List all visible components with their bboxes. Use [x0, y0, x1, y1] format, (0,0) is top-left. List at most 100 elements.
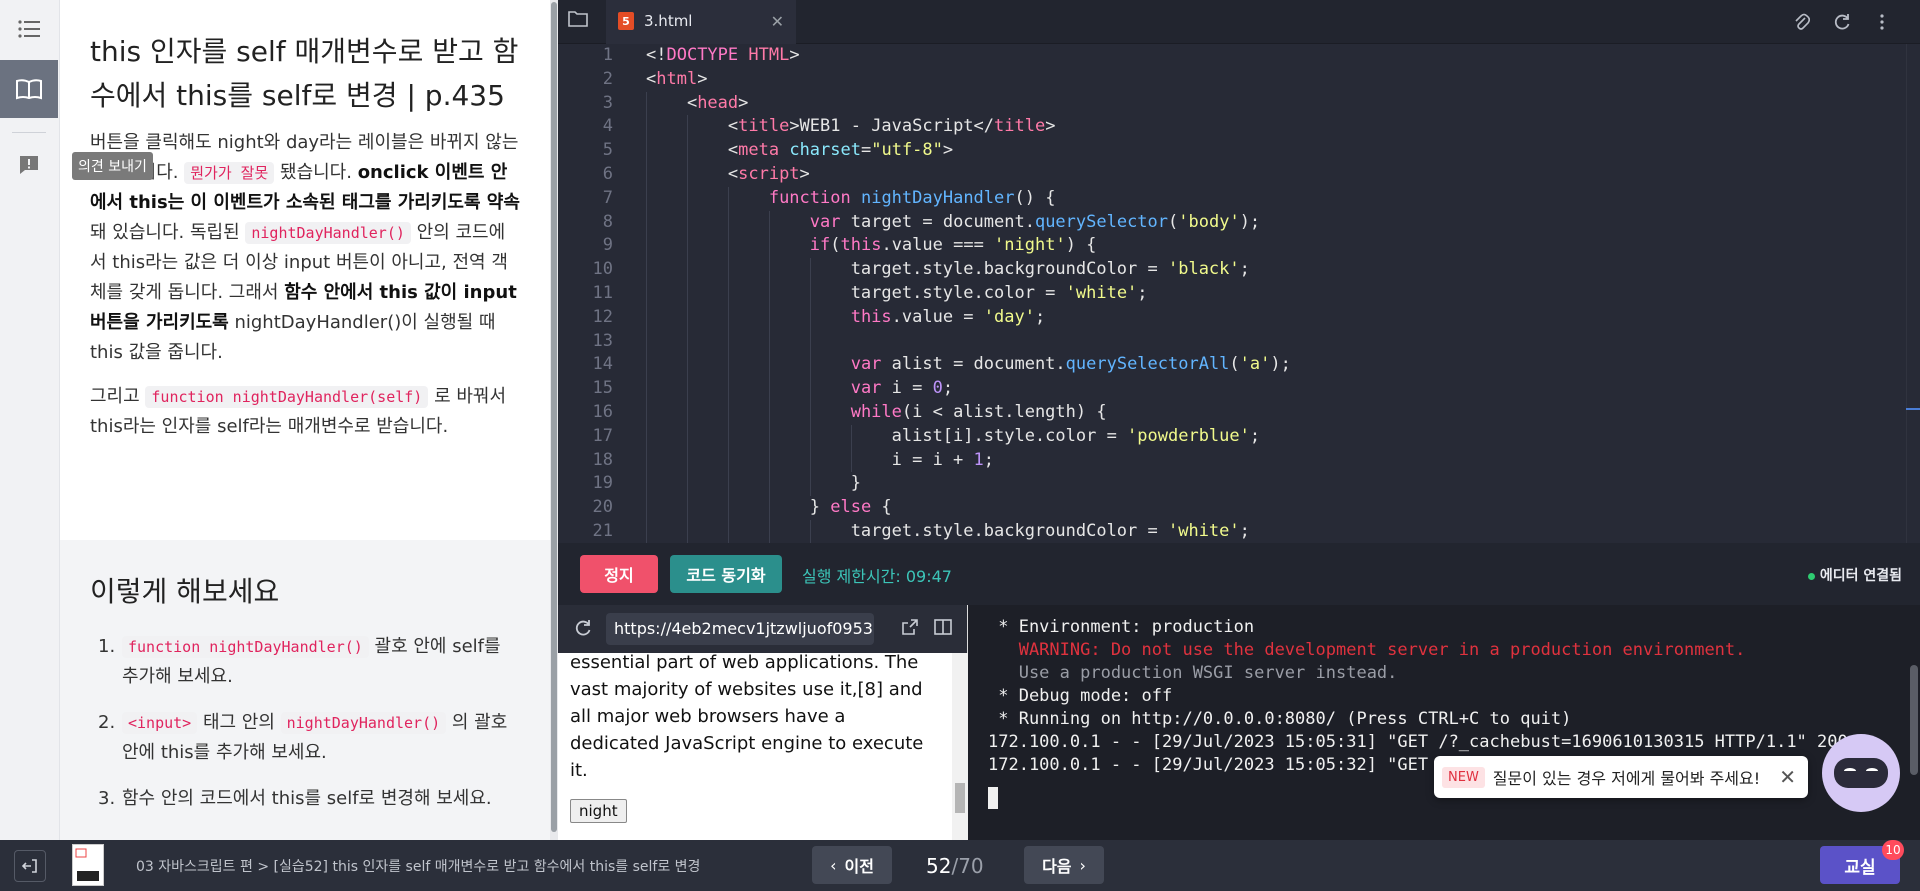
code-line: 8 var target = document.querySelector('b…	[558, 210, 1920, 235]
editor-connection-status: 에디터 연결됨	[1807, 565, 1902, 585]
lesson-paragraph-2: 그리고 function nightDayHandler(self) 로 바꿔서…	[90, 382, 520, 442]
inline-code: 뭔가가 잘못	[184, 162, 275, 184]
page-current: 52	[926, 854, 952, 878]
split-view-icon[interactable]	[934, 619, 952, 639]
code-line: 6 <script>	[558, 162, 1920, 187]
run-timer: 실행 제한시간: 09:47	[802, 567, 952, 586]
stop-button[interactable]: 정지	[580, 555, 658, 593]
try-title: 이렇게 해보세요	[90, 575, 280, 608]
run-bar: 정지 코드 동기화 실행 제한시간: 09:47 에디터 연결됨	[558, 543, 1920, 605]
code-line: 9 if(this.value === 'night') {	[558, 234, 1920, 259]
code-line: 12 this.value = 'day';	[558, 305, 1920, 330]
inline-code: nightDayHandler()	[280, 712, 447, 734]
preview-text: essential part of web applications. The …	[570, 653, 924, 781]
preview-url-field[interactable]: https://4eb2mecv1jtzwljuof0953pc7	[606, 613, 874, 645]
code-line: 4 <title>WEB1 - JavaScript</title>	[558, 115, 1920, 140]
code-editor[interactable]: 5 3.html ✕ 1 <!DOCTYPE HTML> 2 <html> 3 <h…	[558, 0, 1920, 543]
text: 돼 있습니다. 독립된	[90, 222, 246, 243]
preview-content[interactable]: essential part of web applications. The …	[558, 653, 968, 840]
editor-scrollbar[interactable]	[1906, 44, 1920, 543]
lesson-scrollbar[interactable]	[550, 0, 558, 840]
code-line: 20 } else {	[558, 496, 1920, 520]
console-cursor	[988, 787, 998, 809]
help-toast[interactable]: NEW 질문이 있는 경우 저에게 물어봐 주세요! ✕	[1434, 756, 1808, 798]
inline-code: nightDayHandler()	[245, 222, 411, 244]
open-new-window-icon[interactable]	[902, 619, 918, 639]
console-scrollbar-thumb[interactable]	[1910, 665, 1918, 775]
console-scrollbar[interactable]	[1908, 605, 1920, 840]
page-total: /70	[951, 854, 984, 878]
attach-icon[interactable]	[1792, 12, 1812, 32]
inline-code: function nightDayHandler(self)	[145, 386, 429, 408]
night-button[interactable]: night	[570, 799, 627, 823]
code-line: 2 <html>	[602, 68, 708, 89]
console-line: * Debug mode: off	[988, 686, 1173, 706]
page-counter: 52/70	[926, 854, 984, 878]
console-line: 172.100.0.1 - - [29/Jul/2023 15:05:32] "…	[988, 755, 1449, 775]
preview-toolbar: https://4eb2mecv1jtzwljuof0953pc7	[558, 605, 967, 653]
chatbot-face-icon	[1834, 758, 1888, 788]
step-text: 함수 안의 코드에서 this를 self로 변경해 보세요.	[122, 788, 492, 809]
code-line: 7 function nightDayHandler() {	[558, 186, 1920, 211]
preview-scrollbar-thumb[interactable]	[955, 783, 965, 813]
lesson-title: this 인자를 self 매개변수로 받고 함수에서 this를 self로 …	[90, 35, 519, 112]
breadcrumb: 03 자바스크립트 편 > [실습52] this 인자를 self 매개변수로…	[136, 859, 701, 875]
more-icon[interactable]	[1872, 12, 1892, 32]
code-line: 18 i = i + 1;	[558, 448, 1920, 473]
folder-icon[interactable]	[568, 10, 592, 34]
prev-button[interactable]: ‹ 이전	[812, 846, 892, 884]
code-content[interactable]: 1 <!DOCTYPE HTML> 2 <html> 3 <head> 4 <tit…	[558, 44, 1920, 543]
preview-panel: https://4eb2mecv1jtzwljuof0953pc7 essent…	[558, 605, 968, 840]
step-item: 2. <input> 태그 안의 nightDayHandler() 의 괄호 안…	[90, 708, 520, 768]
refresh-icon[interactable]	[1832, 12, 1852, 32]
code-line: 19 }	[558, 472, 1920, 497]
code-line: 21 target.style.backgroundColor = 'white…	[558, 519, 1920, 543]
code-line: 5 <meta charset="utf-8">	[558, 139, 1920, 163]
left-rail	[0, 0, 60, 840]
feedback-icon[interactable]	[0, 136, 58, 194]
editor-tab-bar: 5 3.html ✕	[558, 0, 1920, 44]
rail-divider	[12, 132, 46, 133]
step-number: 1.	[98, 636, 116, 657]
code-line: 17 alist[i].style.color = 'powderblue';	[558, 424, 1920, 449]
close-icon[interactable]: ✕	[1779, 765, 1796, 789]
console-line: Use a production WSGI server instead.	[988, 663, 1398, 683]
code-line: 1 <!DOCTYPE HTML>	[602, 45, 800, 65]
preview-scrollbar[interactable]	[952, 653, 968, 840]
new-badge: NEW	[1442, 766, 1485, 788]
chatbot-avatar[interactable]	[1822, 734, 1900, 812]
code-line: 16 while(i < alist.length) {	[558, 400, 1920, 425]
menu-icon[interactable]	[0, 0, 58, 58]
code-line: 3 <head>	[558, 91, 1920, 116]
code-line: 13	[558, 329, 1920, 354]
step-text: 태그 안의	[197, 712, 281, 733]
exit-icon[interactable]	[14, 850, 46, 882]
classroom-badge: 10	[1882, 840, 1904, 860]
lesson-panel: this 인자를 self 매개변수로 받고 함수에서 this를 self로 …	[60, 0, 550, 840]
code-line: 11 target.style.color = 'white';	[558, 281, 1920, 306]
footer-bar: 03 자바스크립트 편 > [실습52] this 인자를 self 매개변수로…	[0, 840, 1920, 891]
reload-icon[interactable]	[574, 619, 594, 639]
console-line: * Environment: production	[988, 617, 1255, 637]
html5-icon: 5	[618, 12, 634, 30]
toast-text: 질문이 있는 경우 저에게 물어봐 주세요!	[1492, 769, 1761, 788]
book-icon[interactable]	[0, 60, 58, 118]
code-line: 10 target.style.backgroundColor = 'black…	[558, 258, 1920, 282]
file-tab[interactable]: 5 3.html ✕	[606, 0, 796, 44]
next-button[interactable]: 다음 ›	[1024, 846, 1104, 884]
lesson-scrollbar-thumb[interactable]	[551, 2, 557, 832]
book-cover-thumbnail	[72, 844, 104, 886]
chevron-right-icon: ›	[1079, 855, 1086, 875]
console-panel[interactable]: * Environment: production WARNING: Do no…	[968, 605, 1920, 840]
step-number: 3.	[98, 788, 116, 809]
inline-code: <input>	[122, 712, 198, 734]
editor-scroll-marker	[1906, 408, 1920, 410]
feedback-tooltip: 의견 보내기	[72, 152, 153, 180]
chevron-left-icon: ‹	[830, 855, 837, 875]
code-line: 14 var alist = document.querySelectorAll…	[558, 353, 1920, 378]
sync-code-button[interactable]: 코드 동기화	[670, 555, 782, 593]
next-label: 다음	[1042, 857, 1072, 876]
lesson-paragraph-1: 버튼을 클릭해도 night와 day라는 레이블은 바뀌지 않는 상태입니다.…	[90, 128, 520, 368]
close-icon[interactable]: ✕	[771, 12, 784, 31]
text: 그리고	[90, 386, 146, 407]
